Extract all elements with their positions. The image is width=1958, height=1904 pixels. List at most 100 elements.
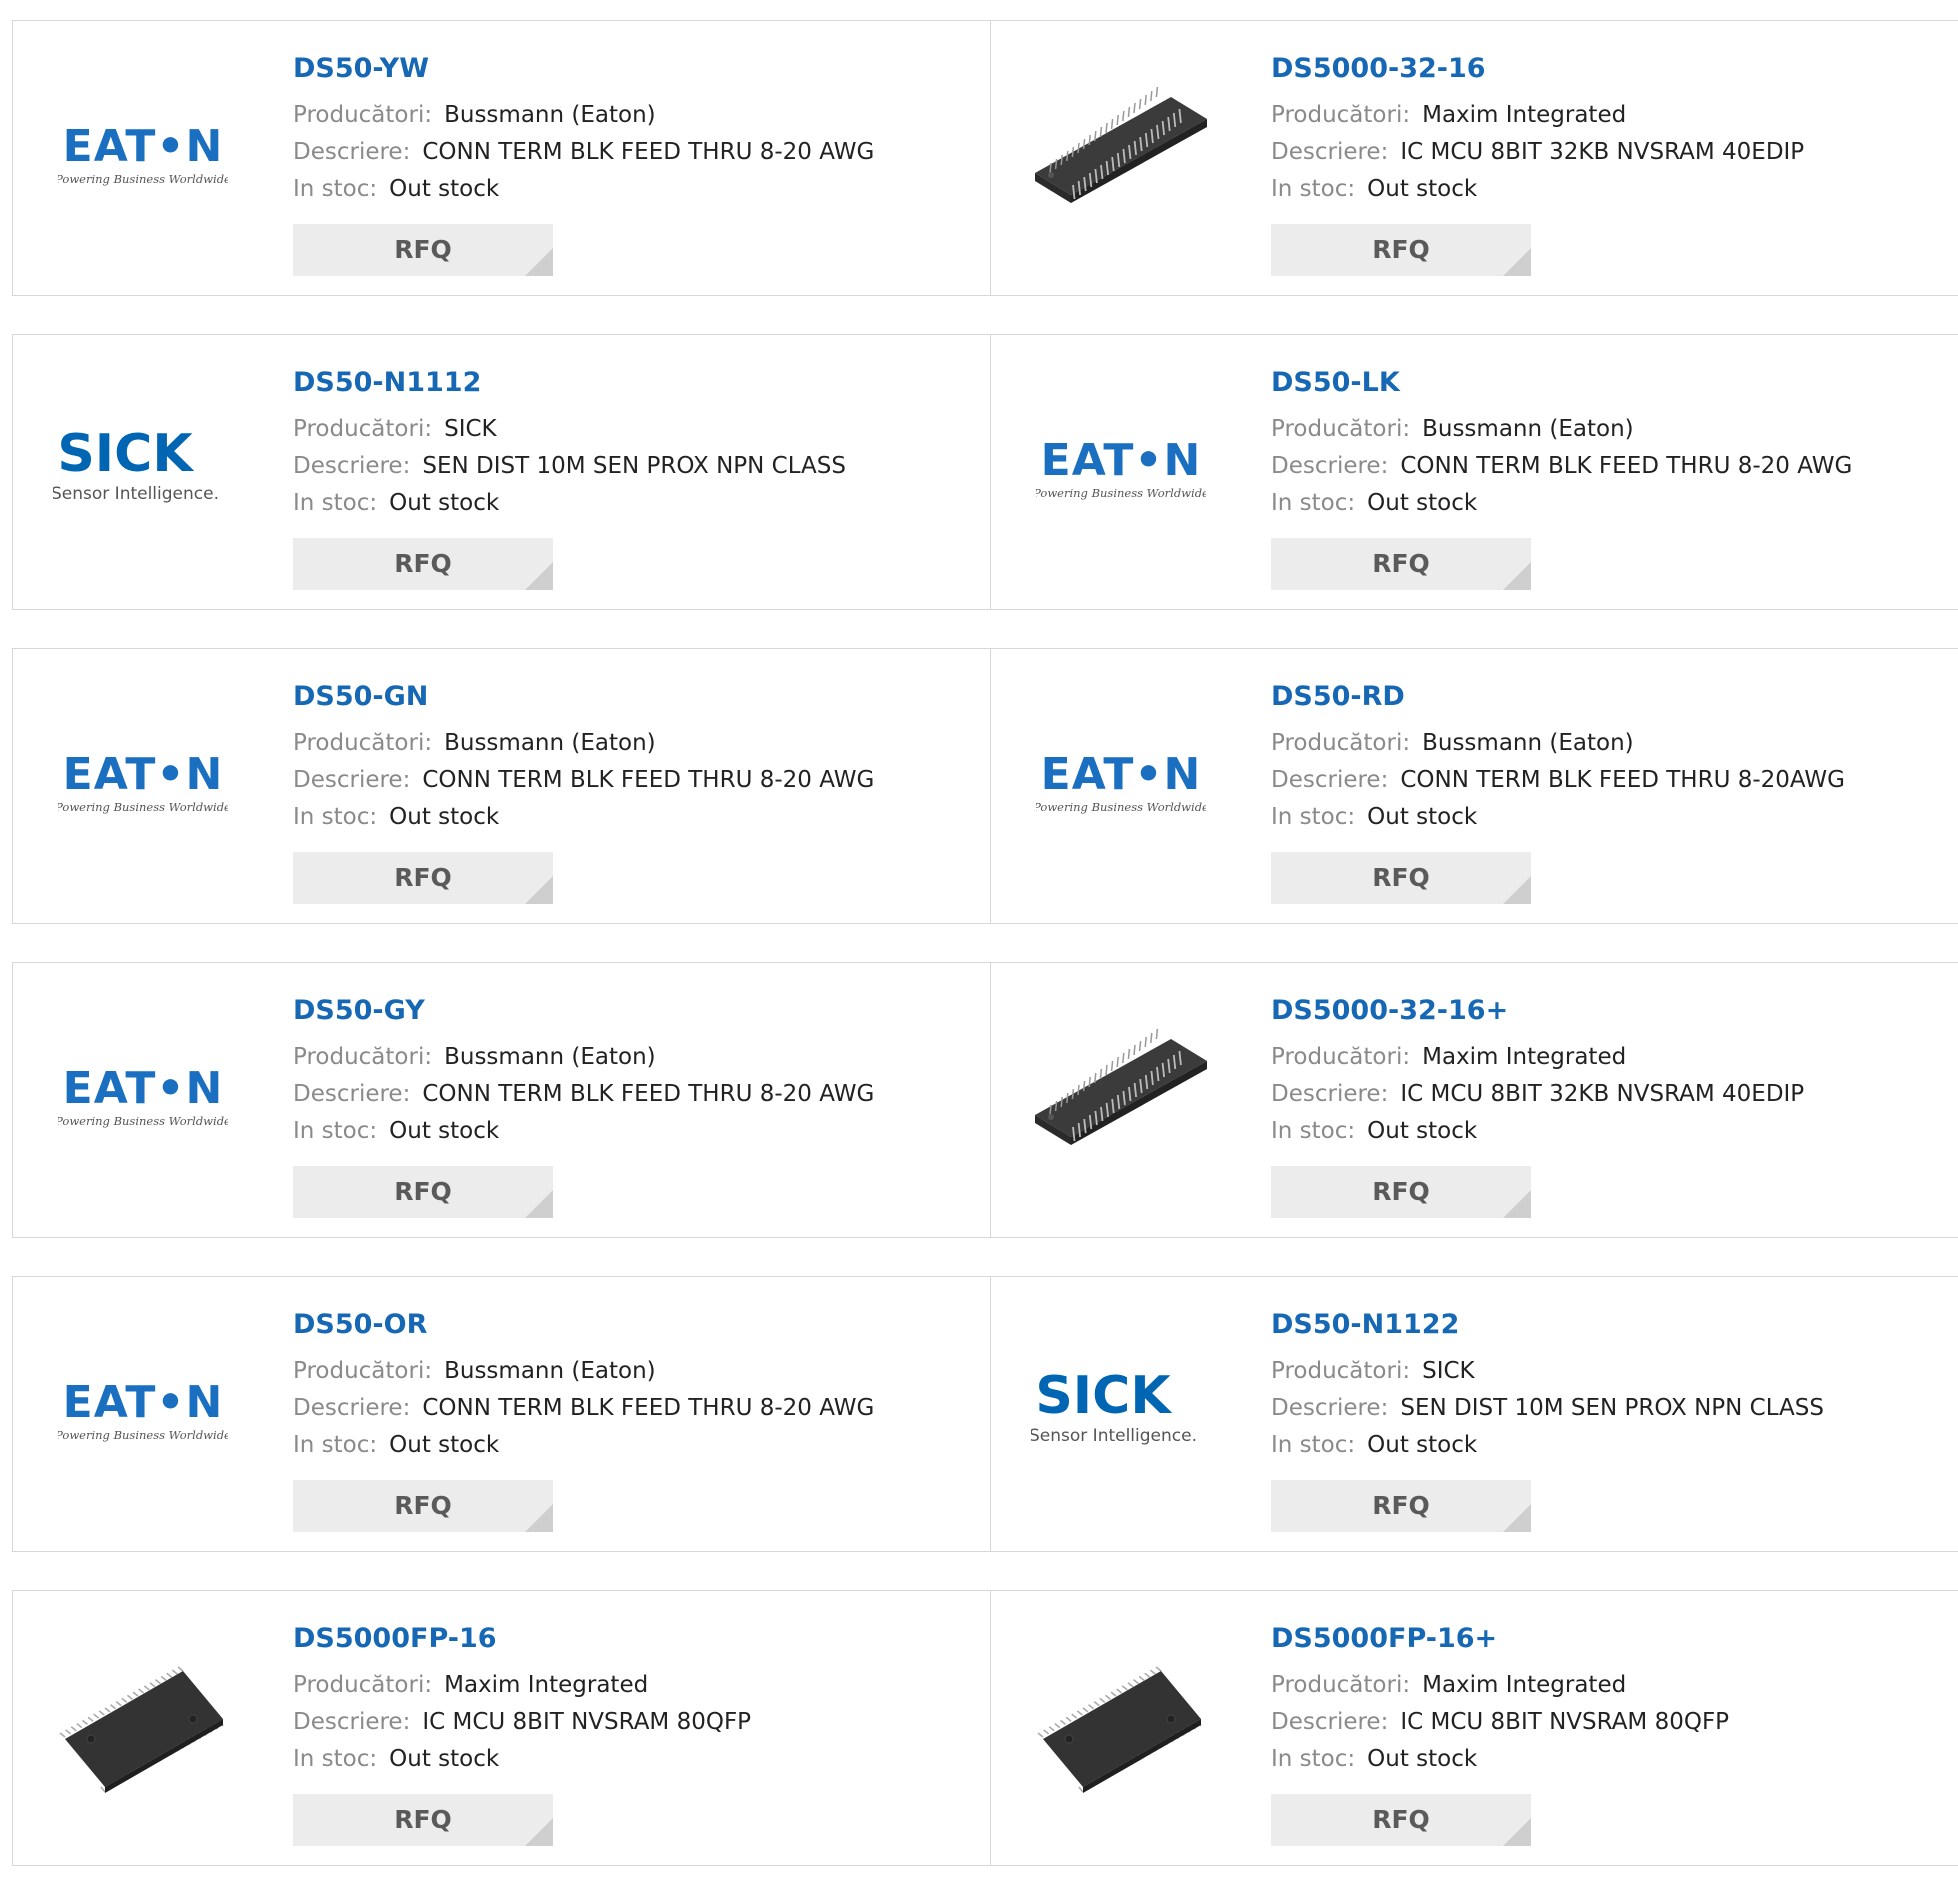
- product-image[interactable]: EAT•N Powering Business Worldwide: [43, 57, 243, 257]
- rfq-button[interactable]: RFQ: [1271, 1166, 1531, 1218]
- product-image[interactable]: [1021, 57, 1221, 257]
- rfq-button[interactable]: RFQ: [1271, 1480, 1531, 1532]
- description-label: Descriere:: [293, 1395, 411, 1421]
- stock-value: Out stock: [389, 804, 500, 830]
- product-image[interactable]: [1021, 1627, 1221, 1827]
- product-name-link[interactable]: DS50-LK: [1271, 365, 1951, 401]
- product-image[interactable]: SICK Sensor Intelligence.: [43, 371, 243, 571]
- manufacturer-label: Producători:: [1271, 1358, 1411, 1384]
- product-image[interactable]: SICK Sensor Intelligence.: [1021, 1313, 1221, 1513]
- rfq-button[interactable]: RFQ: [293, 538, 553, 590]
- svg-text:Powering Business Worldwide: Powering Business Worldwide: [58, 800, 228, 814]
- svg-text:EAT•N: EAT•N: [1041, 435, 1202, 486]
- product-name-link[interactable]: DS50-GY: [293, 993, 973, 1029]
- product-card: DS5000FP-16+ Producători: Maxim Integrate…: [991, 1591, 1958, 1865]
- description-line: Descriere: IC MCU 8BIT NVSRAM 80QFP: [293, 1704, 973, 1741]
- stock-value: Out stock: [389, 1746, 500, 1772]
- sick-logo-icon: SICKSensor Intelligence.: [1031, 1373, 1197, 1446]
- corner-triangle-icon: [525, 1190, 553, 1218]
- stock-line: In stoc: Out stock: [1271, 799, 1951, 836]
- product-name-link[interactable]: DS50-N1122: [1271, 1307, 1951, 1343]
- stock-value: Out stock: [1367, 490, 1478, 516]
- dip-chip-icon: [1035, 1028, 1207, 1145]
- product-name-link[interactable]: DS5000FP-16: [293, 1621, 973, 1657]
- product-name-link[interactable]: DS50-RD: [1271, 679, 1951, 715]
- product-card: EAT•N Powering Business Worldwide DS50-GY…: [13, 963, 991, 1237]
- manufacturer-line: Producători: Maxim Integrated: [1271, 1667, 1951, 1704]
- corner-triangle-icon: [1503, 876, 1531, 904]
- product-info: DS5000-32-16 Producători: Maxim Integrate…: [1271, 51, 1951, 276]
- rfq-button[interactable]: RFQ: [1271, 1794, 1531, 1846]
- description-label: Descriere:: [1271, 1395, 1389, 1421]
- product-image[interactable]: [1021, 999, 1221, 1199]
- rfq-label: RFQ: [1372, 235, 1430, 264]
- rfq-button[interactable]: RFQ: [1271, 852, 1531, 904]
- product-name-link[interactable]: DS5000-32-16+: [1271, 993, 1951, 1029]
- stock-label: In stoc:: [1271, 1432, 1356, 1458]
- description-label: Descriere:: [1271, 1081, 1389, 1107]
- manufacturer-value: Bussmann (Eaton): [1422, 416, 1634, 442]
- rfq-button[interactable]: RFQ: [1271, 224, 1531, 276]
- rfq-button[interactable]: RFQ: [293, 852, 553, 904]
- stock-line: In stoc: Out stock: [293, 1741, 973, 1778]
- product-image[interactable]: EAT•N Powering Business Worldwide: [1021, 685, 1221, 885]
- product-card: SICK Sensor Intelligence. DS50-N1122 Prod…: [991, 1277, 1958, 1551]
- rfq-button[interactable]: RFQ: [293, 1480, 553, 1532]
- stock-line: In stoc: Out stock: [1271, 1427, 1951, 1464]
- rfq-button[interactable]: RFQ: [293, 1794, 553, 1846]
- stock-line: In stoc: Out stock: [293, 485, 973, 522]
- product-name-link[interactable]: DS50-OR: [293, 1307, 973, 1343]
- rfq-label: RFQ: [394, 235, 452, 264]
- corner-triangle-icon: [1503, 562, 1531, 590]
- corner-triangle-icon: [1503, 1190, 1531, 1218]
- product-name-link[interactable]: DS50-GN: [293, 679, 973, 715]
- description-line: Descriere: IC MCU 8BIT 32KB NVSRAM 40EDIP: [1271, 1076, 1951, 1113]
- product-name-link[interactable]: DS5000FP-16+: [1271, 1621, 1951, 1657]
- manufacturer-line: Producători: Maxim Integrated: [293, 1667, 973, 1704]
- product-name-link[interactable]: DS50-YW: [293, 51, 973, 87]
- rfq-button[interactable]: RFQ: [1271, 538, 1531, 590]
- description-label: Descriere:: [1271, 767, 1389, 793]
- corner-triangle-icon: [525, 562, 553, 590]
- corner-triangle-icon: [525, 1818, 553, 1846]
- product-image[interactable]: EAT•N Powering Business Worldwide: [43, 685, 243, 885]
- description-value: CONN TERM BLK FEED THRU 8-20 AWG: [422, 767, 875, 793]
- manufacturer-value: Bussmann (Eaton): [444, 730, 656, 756]
- rfq-label: RFQ: [394, 1177, 452, 1206]
- rfq-label: RFQ: [394, 1805, 452, 1834]
- description-value: CONN TERM BLK FEED THRU 8-20 AWG: [422, 1395, 875, 1421]
- rfq-button[interactable]: RFQ: [293, 1166, 553, 1218]
- product-image[interactable]: EAT•N Powering Business Worldwide: [1021, 371, 1221, 571]
- rfq-label: RFQ: [1372, 1177, 1430, 1206]
- svg-text:Powering Business Worldwide: Powering Business Worldwide: [1036, 800, 1206, 814]
- product-image[interactable]: [43, 1627, 243, 1827]
- manufacturer-value: Bussmann (Eaton): [444, 102, 656, 128]
- stock-value: Out stock: [389, 176, 500, 202]
- manufacturer-label: Producători:: [293, 1044, 433, 1070]
- rfq-button[interactable]: RFQ: [293, 224, 553, 276]
- svg-text:EAT•N: EAT•N: [63, 121, 224, 172]
- stock-label: In stoc:: [293, 1746, 378, 1772]
- svg-text:Sensor Intelligence.: Sensor Intelligence.: [53, 484, 219, 504]
- product-card: EAT•N Powering Business Worldwide DS50-OR…: [13, 1277, 991, 1551]
- manufacturer-line: Producători: Bussmann (Eaton): [293, 1353, 973, 1390]
- description-line: Descriere: CONN TERM BLK FEED THRU 8-20 A…: [293, 1390, 973, 1427]
- description-value: CONN TERM BLK FEED THRU 8-20 AWG: [422, 139, 875, 165]
- description-value: IC MCU 8BIT 32KB NVSRAM 40EDIP: [1400, 1081, 1805, 1107]
- rfq-label: RFQ: [394, 549, 452, 578]
- product-name-link[interactable]: DS5000-32-16: [1271, 51, 1951, 87]
- product-info: DS50-RD Producători: Bussmann (Eaton) Des…: [1271, 679, 1951, 904]
- product-image[interactable]: EAT•N Powering Business Worldwide: [43, 999, 243, 1199]
- manufacturer-value: Bussmann (Eaton): [444, 1358, 656, 1384]
- product-image[interactable]: EAT•N Powering Business Worldwide: [43, 1313, 243, 1513]
- svg-text:Powering Business Worldwide: Powering Business Worldwide: [58, 1428, 228, 1442]
- manufacturer-label: Producători:: [1271, 1672, 1411, 1698]
- description-line: Descriere: CONN TERM BLK FEED THRU 8-20 A…: [293, 762, 973, 799]
- product-name-link[interactable]: DS50-N1112: [293, 365, 973, 401]
- sick-logo-icon: SICKSensor Intelligence.: [53, 431, 219, 504]
- stock-label: In stoc:: [1271, 1746, 1356, 1772]
- description-label: Descriere:: [293, 453, 411, 479]
- svg-text:EAT•N: EAT•N: [63, 749, 224, 800]
- svg-text:Powering Business Worldwide: Powering Business Worldwide: [58, 1114, 228, 1128]
- manufacturer-label: Producători:: [1271, 1044, 1411, 1070]
